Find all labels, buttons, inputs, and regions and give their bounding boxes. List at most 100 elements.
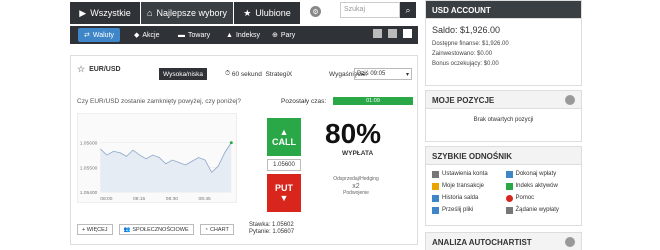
link-deposit[interactable]: Dokonaj wpłaty xyxy=(505,169,576,179)
quicklinks-title-label: SZYBKIE ODNOŚNIK xyxy=(432,152,513,161)
social-label: SPOŁECZNOŚCIOWE xyxy=(132,226,189,233)
tab-favorites-label: Ulubione xyxy=(255,8,291,18)
history-icon xyxy=(432,194,439,202)
x-tick-label: 08:30 xyxy=(166,196,178,202)
mode-60s-label: 60 sekund xyxy=(231,70,262,78)
chart-label: CHART xyxy=(209,226,229,233)
autochartist-box: ANALIZA AUTOCHARTIST xyxy=(425,232,582,250)
card-icon xyxy=(505,170,513,178)
tab-best[interactable]: ⌂ Najlepsze wybory xyxy=(141,2,233,24)
settings-icon[interactable] xyxy=(565,95,575,105)
view-toggle xyxy=(373,29,412,38)
mode-strategix-label[interactable]: StrategiX xyxy=(266,71,293,78)
people-icon: 👥 xyxy=(123,226,131,233)
x-tick-label: 08:15 xyxy=(133,196,145,202)
stake-label: Stawka: 1.05602 xyxy=(249,222,294,228)
x-tick-label: 08:00 xyxy=(100,196,112,202)
asset-stocks-label: Akcje xyxy=(142,31,160,39)
panel-actions: + WIĘCEJ 👥 SPOŁECZNOŚCIOWE ◔ CHART xyxy=(77,224,234,235)
commodities-icon: ▬ xyxy=(178,31,185,39)
remaining-time-label: Pozostały czas: xyxy=(281,98,327,105)
asset-pairs-label: Pary xyxy=(280,31,296,39)
more-button[interactable]: + WIĘCEJ xyxy=(77,224,113,235)
pair-label: EUR/USD xyxy=(89,66,121,73)
settings-icon[interactable] xyxy=(565,237,575,247)
autochartist-title: ANALIZA AUTOCHARTIST xyxy=(426,233,581,250)
trade-question: Czy EUR/USD zostanie zamknięty powyżej, … xyxy=(77,98,242,105)
asset-forex-label: Waluty xyxy=(92,31,115,39)
link-help[interactable]: Pomoc xyxy=(505,193,576,203)
positions-title-label: MOJE POZYCJE xyxy=(432,96,495,105)
home-icon: ⌂ xyxy=(147,8,153,18)
double-sub-label: Podwojenie xyxy=(343,190,369,196)
link-withdrawal[interactable]: Żądanie wypłaty xyxy=(505,205,576,215)
tile-view-icon[interactable] xyxy=(388,29,397,38)
positions-box: MOJE POZYCJE Brak otwartych pozycji xyxy=(425,90,582,142)
quicklinks-box: SZYBKIE ODNOŚNIK Ustawienia konta Dokona… xyxy=(425,146,582,226)
link-label: Pomoc xyxy=(515,195,535,201)
link-account-settings[interactable]: Ustawienia konta xyxy=(432,169,502,179)
mode-60s-button[interactable]: ⏱ 60 sekund StrategiX xyxy=(221,68,296,80)
chevron-down-icon: ▾ xyxy=(405,72,409,78)
asset-forex-button[interactable]: ⇄ Waluty xyxy=(78,28,121,42)
link-upload-files[interactable]: Prześlij pliki xyxy=(432,205,502,215)
y-tick-label: 1.05500 xyxy=(80,165,98,171)
currency-icon: ⇄ xyxy=(84,32,90,39)
help-icon xyxy=(505,194,513,202)
expiry-select[interactable]: Dziś 09:05 ▾ xyxy=(354,68,412,80)
tab-all[interactable]: ▶ Wszystkie xyxy=(70,2,140,24)
tab-favorites[interactable]: ★ Ulubione xyxy=(234,2,300,24)
pairs-icon: ⊕ xyxy=(272,32,278,39)
autochartist-title-label: ANALIZA AUTOCHARTIST xyxy=(432,238,532,247)
asset-stocks-button[interactable]: ◆ Akcje xyxy=(128,28,166,42)
link-label: Indeks aktywów xyxy=(515,183,558,189)
link-my-trades[interactable]: Moje transakcje xyxy=(432,181,502,191)
account-balance: Saldo: $1,926.00 xyxy=(432,25,501,35)
hedge-options[interactable]: Odsprzedaj/Hedging x2 Podwojenie xyxy=(326,176,386,197)
link-label: Prześlij pliki xyxy=(442,207,474,213)
upload-icon xyxy=(432,206,439,214)
asset-indices-button[interactable]: ▲ Indeksy xyxy=(220,28,266,42)
settings-icon[interactable]: ⚙ xyxy=(310,6,321,17)
link-label: Ustawienia konta xyxy=(442,171,488,177)
tab-best-label: Najlepsze wybory xyxy=(156,8,227,18)
current-price-point xyxy=(229,141,233,145)
y-tick-label: 1.05600 xyxy=(80,141,98,147)
index-icon xyxy=(505,182,513,190)
link-label: Moje transakcje xyxy=(442,183,485,189)
asset-indices-label: Indeksy xyxy=(235,31,261,39)
asset-commodities-button[interactable]: ▬ Towary xyxy=(172,28,216,42)
list-view-icon[interactable] xyxy=(403,29,412,38)
put-button[interactable]: PUT ▼ xyxy=(267,174,301,212)
search-icon[interactable]: ⌕ xyxy=(400,2,416,18)
expiry-value: Dziś 09:05 xyxy=(357,71,386,77)
mode-high-low-button[interactable]: Wysoka/niska xyxy=(159,68,208,80)
social-button[interactable]: 👥 SPOŁECZNOŚCIOWE xyxy=(118,224,194,235)
payout-label: WYPŁATA xyxy=(342,150,374,157)
star-icon: ★ xyxy=(243,7,252,18)
chart-button[interactable]: ◔ CHART xyxy=(199,224,234,235)
tab-bar: ▶ Wszystkie ⌂ Najlepsze wybory ★ Ulubion… xyxy=(70,0,418,25)
withdraw-icon xyxy=(505,206,513,214)
hedge-label: Odsprzedaj/Hedging xyxy=(333,176,379,182)
arrow-down-icon: ▼ xyxy=(279,193,289,203)
favorite-star-icon[interactable]: ☆ xyxy=(77,64,85,75)
link-asset-index[interactable]: Indeks aktywów xyxy=(505,181,576,191)
link-balance-history[interactable]: Historia salda xyxy=(432,193,502,203)
link-label: Dokonaj wpłaty xyxy=(515,171,557,177)
account-available: Dostępne finanse: $1,926.00 xyxy=(432,41,509,47)
quicklinks-list: Ustawienia konta Dokonaj wpłaty Moje tra… xyxy=(426,165,581,219)
search-input[interactable]: Szukaj xyxy=(340,2,400,18)
account-box: USD ACCOUNT Saldo: $1,926.00 Dostępne fi… xyxy=(425,0,582,86)
call-button[interactable]: ▲ CALL xyxy=(267,118,301,156)
trade-panel: ☆ EUR/USD Wysoka/niska ⏱ 60 sekund Strat… xyxy=(70,55,418,245)
asset-title: ☆ EUR/USD xyxy=(77,64,121,75)
quicklinks-title: SZYBKIE ODNOŚNIK xyxy=(426,147,581,165)
price-chart: 1.05600 1.05500 1.0540008:00 08:15 08:30 08:4… xyxy=(77,113,237,203)
y-tick-label: 1.05400 xyxy=(80,190,98,196)
link-label: Żądanie wypłaty xyxy=(515,207,559,213)
asset-pairs-button[interactable]: ⊕ Pary xyxy=(266,28,301,42)
grid-view-icon[interactable] xyxy=(373,29,382,38)
double-label: x2 xyxy=(352,183,360,190)
account-title-label: USD ACCOUNT xyxy=(432,6,491,15)
